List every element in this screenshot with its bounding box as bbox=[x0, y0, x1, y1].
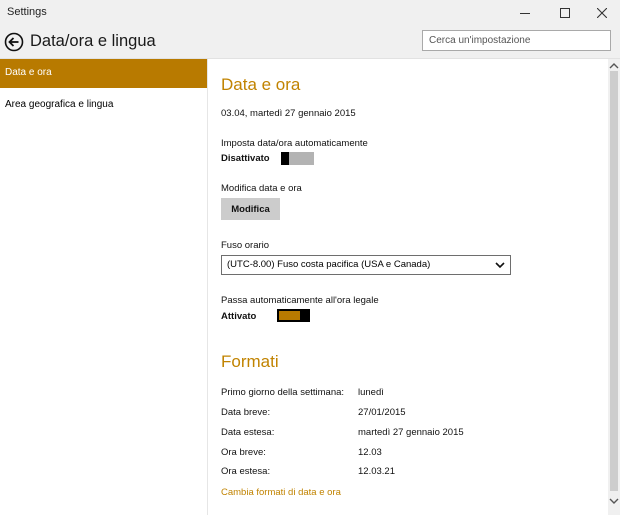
scroll-thumb[interactable] bbox=[610, 71, 618, 491]
sidebar: Data e ora Area geografica e lingua bbox=[0, 59, 208, 515]
auto-time-state: Disattivato bbox=[221, 153, 270, 164]
main-content: Data e ora 03.04, martedì 27 gennaio 201… bbox=[221, 59, 601, 515]
minimize-icon bbox=[520, 12, 530, 14]
modify-button[interactable]: Modifica bbox=[221, 198, 280, 220]
format-label: Data estesa: bbox=[221, 427, 275, 438]
format-value: martedì 27 gennaio 2015 bbox=[358, 427, 464, 438]
auto-time-toggle[interactable] bbox=[281, 152, 314, 165]
dst-toggle[interactable] bbox=[277, 309, 310, 322]
page-header: Data/ora e lingua bbox=[0, 25, 620, 59]
format-value: 12.03.21 bbox=[358, 466, 395, 477]
back-arrow-circle-icon bbox=[4, 32, 24, 52]
current-date-time: 03.04, martedì 27 gennaio 2015 bbox=[221, 108, 356, 119]
toggle-thumb bbox=[281, 152, 289, 165]
format-label: Primo giorno della settimana: bbox=[221, 387, 345, 398]
search-input[interactable] bbox=[422, 30, 611, 51]
sidebar-item-area-geografica[interactable]: Area geografica e lingua bbox=[0, 91, 207, 120]
close-icon bbox=[597, 7, 607, 18]
formats-heading: Formati bbox=[221, 352, 279, 371]
maximize-icon bbox=[560, 7, 570, 18]
timezone-value: (UTC-8.00) Fuso costa pacifica (USA e Ca… bbox=[227, 259, 431, 270]
title-bar: Settings bbox=[0, 0, 620, 25]
chevron-down-icon bbox=[495, 262, 505, 269]
date-time-heading: Data e ora bbox=[221, 75, 301, 94]
auto-time-label: Imposta data/ora automaticamente bbox=[221, 138, 368, 149]
format-value: 12.03 bbox=[358, 447, 382, 458]
dst-label: Passa automaticamente all'ora legale bbox=[221, 295, 379, 306]
format-label: Ora estesa: bbox=[221, 466, 271, 477]
scrollbar[interactable] bbox=[608, 59, 620, 515]
maximize-button[interactable] bbox=[547, 0, 583, 25]
change-formats-link[interactable]: Cambia formati di data e ora bbox=[221, 487, 341, 498]
timezone-label: Fuso orario bbox=[221, 240, 270, 251]
dst-state: Attivato bbox=[221, 311, 257, 322]
modify-date-time-label: Modifica data e ora bbox=[221, 183, 302, 194]
minimize-button[interactable] bbox=[507, 0, 543, 25]
format-label: Ora breve: bbox=[221, 447, 266, 458]
sidebar-item-data-e-ora[interactable]: Data e ora bbox=[0, 59, 207, 88]
format-value: 27/01/2015 bbox=[358, 407, 406, 418]
toggle-thumb bbox=[300, 309, 308, 322]
format-label: Data breve: bbox=[221, 407, 271, 418]
scroll-down-icon[interactable] bbox=[609, 498, 619, 505]
timezone-select[interactable]: (UTC-8.00) Fuso costa pacifica (USA e Ca… bbox=[221, 255, 511, 275]
back-button[interactable] bbox=[4, 32, 24, 52]
format-value: lunedì bbox=[358, 387, 384, 398]
scroll-up-icon[interactable] bbox=[609, 62, 619, 69]
close-button[interactable] bbox=[584, 0, 620, 25]
window-title: Settings bbox=[7, 6, 47, 18]
page-title: Data/ora e lingua bbox=[30, 32, 156, 50]
